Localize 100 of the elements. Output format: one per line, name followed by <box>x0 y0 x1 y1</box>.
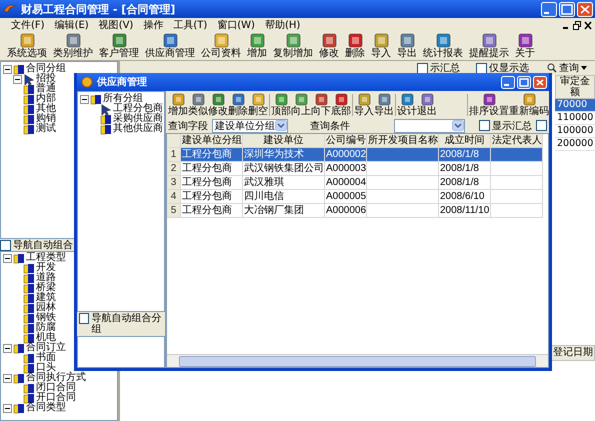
toolbar-button[interactable]: 导入 <box>368 33 394 59</box>
tree-item[interactable]: 钢铁 <box>36 313 56 323</box>
tree-item[interactable]: 合同执行方式 <box>26 373 86 383</box>
tree-item[interactable]: 测试 <box>36 124 56 134</box>
collapse-toggle[interactable] <box>3 64 12 74</box>
tree-item[interactable]: 道路 <box>36 273 56 283</box>
tree-item[interactable]: 招投 <box>36 74 56 84</box>
toolbar-button[interactable]: 向下 <box>311 92 331 116</box>
tree-item[interactable]: 书面 <box>36 353 56 363</box>
toolbar-button[interactable]: 导出 <box>374 92 394 116</box>
tree-item[interactable]: 园林 <box>36 303 56 313</box>
field-dropdown[interactable]: 建设单位分组 <box>212 118 288 132</box>
toolbar-button[interactable]: 删除 <box>342 33 368 59</box>
tree-item[interactable]: 口头 <box>36 363 56 373</box>
column-header[interactable]: 法定代表人 <box>491 134 543 148</box>
tree-item[interactable]: 开发 <box>36 263 56 273</box>
menu-item[interactable]: 视图(V) <box>94 18 138 32</box>
tree-item[interactable]: 防腐 <box>36 323 56 333</box>
tree-item[interactable]: 工程类型 <box>26 253 66 263</box>
toolbar-button[interactable]: 增加 <box>168 92 188 116</box>
tree-item[interactable]: 建筑 <box>36 293 56 303</box>
menu-item[interactable]: 操作 <box>138 18 168 32</box>
maximize-button[interactable] <box>517 76 531 88</box>
collapse-toggle[interactable] <box>3 344 12 352</box>
column-header[interactable]: 登记日期 <box>551 345 595 361</box>
tree-item[interactable]: 合同类型 <box>26 403 66 413</box>
collapse-toggle[interactable] <box>3 404 12 412</box>
maximize-button[interactable] <box>559 2 575 16</box>
tile-icon <box>436 33 450 48</box>
toolbar-button[interactable]: 退出 <box>417 92 437 116</box>
tree-item[interactable]: 工程分包商 <box>113 104 163 114</box>
tree-item[interactable]: 闭口合同 <box>36 383 76 393</box>
collapse-toggle[interactable] <box>3 374 12 382</box>
checkbox[interactable]: 显示汇总 <box>479 118 532 132</box>
tree-item[interactable]: 采购供应商 <box>113 114 163 124</box>
toolbar-button[interactable]: 系统选项 <box>4 33 50 59</box>
toolbar-button[interactable]: 设计 <box>397 92 417 116</box>
toolbar-button[interactable]: 类似 <box>188 92 208 116</box>
tile-icon <box>420 92 434 106</box>
checkbox[interactable]: 仅显示选 <box>476 61 529 75</box>
toolbar-button[interactable]: 关于 <box>512 33 538 59</box>
toolbar-button[interactable]: 删除 <box>228 92 248 116</box>
tile-icon <box>348 33 362 48</box>
tree-item[interactable]: 其他 <box>36 104 56 114</box>
toolbar-button[interactable]: 顶部 <box>271 92 291 116</box>
table-cell: A000005 <box>325 190 367 204</box>
menu-item[interactable]: 文件(F) <box>6 18 50 32</box>
collapse-toggle[interactable] <box>80 94 89 104</box>
checkbox[interactable] <box>536 120 547 131</box>
horizontal-scrollbar[interactable] <box>167 354 548 367</box>
toolbar-button[interactable]: 公司资料 <box>198 33 244 59</box>
menu-item[interactable]: 编辑(E) <box>50 18 94 32</box>
checkbox[interactable]: 导航自动组合 <box>0 238 73 252</box>
toolbar-button[interactable]: 向上 <box>291 92 311 116</box>
tree-item[interactable]: 合同订立 <box>26 343 66 353</box>
query-button[interactable]: 查询 <box>545 61 589 75</box>
toolbar-button[interactable]: 导出 <box>394 33 420 59</box>
column-header[interactable]: 所开发项目名称 <box>367 134 439 148</box>
checkbox[interactable]: 示汇总 <box>417 61 460 75</box>
tree-item[interactable]: 内部 <box>36 94 56 104</box>
tree-item[interactable]: 桥梁 <box>36 283 56 293</box>
toolbar-button[interactable]: 底部 <box>331 92 351 116</box>
column-header[interactable]: 建设单位 <box>243 134 325 148</box>
toolbar-button[interactable]: 修改 <box>208 92 228 116</box>
menu-item[interactable]: 窗口(W) <box>212 18 260 32</box>
menu-item[interactable]: 工具(T) <box>168 18 212 32</box>
column-header[interactable]: 审定金额 <box>555 75 595 99</box>
column-header[interactable]: 成立时间 <box>439 134 491 148</box>
checkbox[interactable]: 导航自动组合分组 <box>79 313 165 335</box>
toolbar-button[interactable]: 统计报表 <box>420 33 466 59</box>
toolbar-button[interactable]: 提醒提示 <box>466 33 512 59</box>
tree-item[interactable]: 其他供应商 <box>113 124 163 134</box>
tree-item[interactable]: 开口合同 <box>36 393 76 403</box>
toolbar-button[interactable]: 排序设置 <box>469 92 509 116</box>
tree-item[interactable]: 购销 <box>36 114 56 124</box>
tree-item[interactable]: 普通 <box>36 84 56 94</box>
toolbar-button[interactable]: 导入 <box>354 92 374 116</box>
toolbar-button[interactable]: 修改 <box>316 33 342 59</box>
tree-item[interactable]: 机电 <box>36 333 56 343</box>
tile-icon <box>400 92 414 106</box>
toolbar-button[interactable]: 客户管理 <box>96 33 142 59</box>
toolbar-button[interactable]: 复制增加 <box>270 33 316 59</box>
toolbar-button[interactable]: 重新编码 <box>509 92 549 116</box>
tree-item[interactable]: 所有分组 <box>103 94 143 104</box>
field-label: 查询字段 <box>168 120 208 132</box>
table-cell: 武汉雅琪 <box>243 176 325 190</box>
toolbar-button[interactable]: 增加 <box>244 33 270 59</box>
collapse-toggle[interactable] <box>3 254 12 262</box>
condition-dropdown[interactable] <box>394 118 465 132</box>
column-header[interactable]: 公司编号 <box>325 134 367 148</box>
menu-item[interactable]: 帮助(H) <box>260 18 306 32</box>
toolbar-button[interactable]: 删空 <box>248 92 268 116</box>
search-icon <box>547 63 557 73</box>
collapse-toggle[interactable] <box>13 74 22 84</box>
toolbar-button[interactable]: 类别维护 <box>50 33 96 59</box>
column-header[interactable]: 建设单位分组 <box>181 134 243 148</box>
restore-button[interactable] <box>573 20 581 30</box>
tree-item[interactable]: 合同分组 <box>26 64 66 74</box>
close-button[interactable] <box>584 20 592 30</box>
toolbar-button[interactable]: 供应商管理 <box>142 33 198 59</box>
